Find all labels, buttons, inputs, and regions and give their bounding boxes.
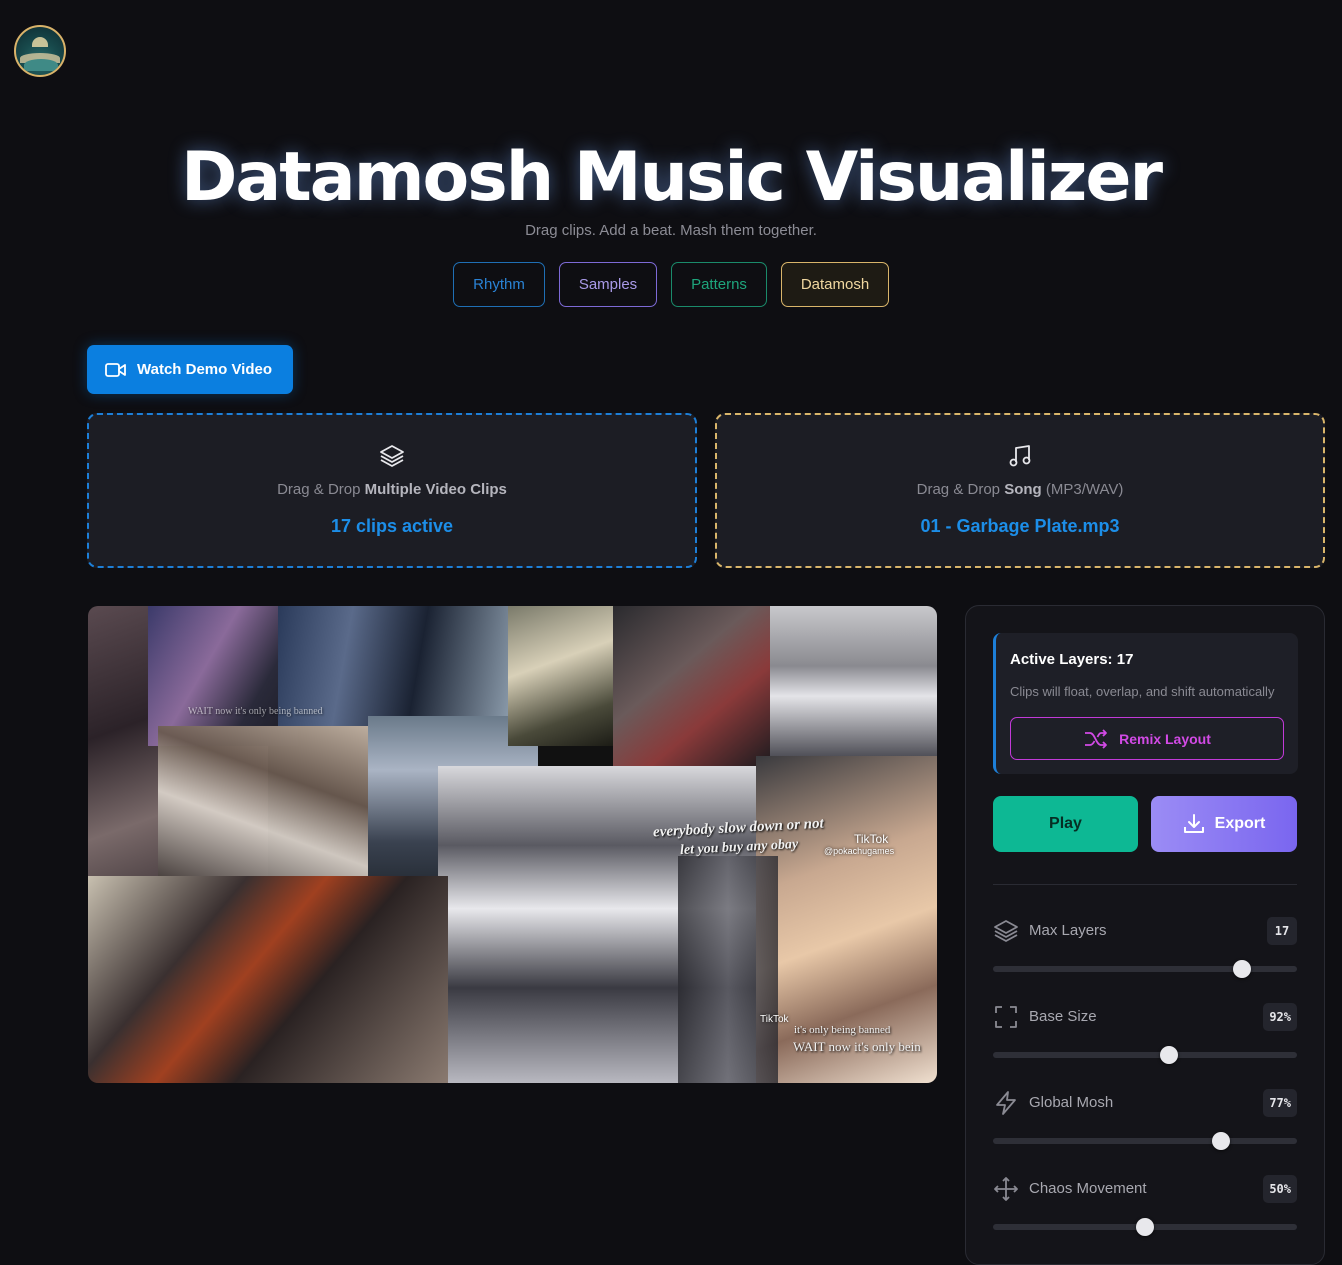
tab-rhythm[interactable]: Rhythm bbox=[453, 262, 545, 307]
slider-track[interactable] bbox=[993, 966, 1297, 972]
clip-layer bbox=[148, 606, 298, 746]
lightning-icon bbox=[996, 1091, 1016, 1115]
slider-track[interactable] bbox=[993, 1052, 1297, 1058]
tiktok-watermark: TikTok bbox=[760, 1014, 789, 1025]
video-caption: WAIT now it's only bein bbox=[793, 1039, 921, 1054]
slider-thumb[interactable] bbox=[1160, 1046, 1179, 1064]
song-filename: 01 - Garbage Plate.mp3 bbox=[920, 516, 1120, 536]
clip-layer bbox=[88, 876, 448, 1083]
max-layers-slider[interactable]: Max Layers 17 bbox=[993, 917, 1297, 978]
remix-layout-label: Remix Layout bbox=[1119, 730, 1211, 747]
app-logo[interactable] bbox=[14, 25, 66, 77]
shuffle-icon bbox=[1085, 728, 1107, 749]
music-note-icon bbox=[1009, 445, 1031, 467]
slider-thumb[interactable] bbox=[1212, 1132, 1230, 1150]
watch-demo-label: Watch Demo Video bbox=[137, 361, 273, 378]
tiktok-watermark: TikTok bbox=[854, 832, 889, 846]
active-layers-title: Active Layers: 17 bbox=[1010, 651, 1134, 668]
visualizer-canvas[interactable]: everybody slow down or not let you buy a… bbox=[88, 606, 937, 1083]
chaos-movement-value: 50% bbox=[1263, 1175, 1297, 1203]
panel-divider bbox=[993, 884, 1297, 885]
export-button[interactable]: Export bbox=[1151, 796, 1297, 852]
slider-track[interactable] bbox=[993, 1138, 1297, 1144]
layers-icon bbox=[380, 445, 404, 467]
tab-datamosh[interactable]: Datamosh bbox=[781, 262, 889, 307]
max-layers-value: 17 bbox=[1267, 917, 1297, 945]
clips-status: 17 clips active bbox=[330, 516, 454, 536]
max-layers-label: Max Layers bbox=[1029, 922, 1107, 939]
song-dropzone[interactable]: Drag & Drop Song (MP3/WAV) 01 - Garbage … bbox=[715, 413, 1325, 568]
control-panel: Active Layers: 17 Clips will float, over… bbox=[965, 605, 1325, 1265]
export-label: Export bbox=[1214, 815, 1266, 832]
video-caption: WAIT now it's only being banned bbox=[188, 706, 323, 717]
focus-frame-icon bbox=[995, 1006, 1017, 1028]
video-camera-icon bbox=[105, 362, 126, 377]
clip-layer bbox=[508, 606, 618, 746]
move-arrows-icon bbox=[994, 1177, 1018, 1201]
video-caption: it's only being banned bbox=[794, 1024, 891, 1036]
tab-patterns[interactable]: Patterns bbox=[671, 262, 767, 307]
play-button[interactable]: Play bbox=[993, 796, 1138, 852]
slider-thumb[interactable] bbox=[1233, 960, 1252, 978]
clip-layer bbox=[158, 726, 373, 886]
clip-layer bbox=[770, 606, 937, 756]
base-size-label: Base Size bbox=[1029, 1008, 1097, 1025]
base-size-slider[interactable]: Base Size 92% bbox=[993, 1003, 1297, 1064]
active-layers-description: Clips will float, overlap, and shift aut… bbox=[1010, 684, 1275, 699]
clips-drop-hint: Drag & Drop Multiple Video Clips bbox=[277, 481, 507, 498]
slider-thumb[interactable] bbox=[1136, 1218, 1154, 1236]
page-title: Datamosh Music Visualizer bbox=[180, 138, 1163, 217]
remix-layout-button[interactable]: Remix Layout bbox=[1010, 717, 1284, 760]
global-mosh-value: 77% bbox=[1263, 1089, 1297, 1117]
layers-icon bbox=[994, 920, 1018, 942]
download-icon bbox=[1183, 814, 1204, 833]
chaos-movement-label: Chaos Movement bbox=[1029, 1180, 1147, 1197]
clip-layer bbox=[678, 856, 778, 1083]
global-mosh-label: Global Mosh bbox=[1029, 1094, 1114, 1111]
mode-tabs: Rhythm Samples Patterns Datamosh bbox=[0, 262, 1342, 307]
clip-layer bbox=[613, 606, 773, 766]
active-layers-card: Active Layers: 17 Clips will float, over… bbox=[993, 633, 1298, 774]
base-size-value: 92% bbox=[1263, 1003, 1297, 1031]
chaos-movement-slider[interactable]: Chaos Movement 50% bbox=[993, 1175, 1297, 1236]
video-clips-dropzone[interactable]: Drag & Drop Multiple Video Clips 17 clip… bbox=[87, 413, 697, 568]
page-subtitle: Drag clips. Add a beat. Mash them togeth… bbox=[525, 222, 817, 239]
song-drop-hint: Drag & Drop Song (MP3/WAV) bbox=[916, 481, 1124, 498]
tiktok-handle: @pokachugames bbox=[824, 846, 895, 856]
tab-samples[interactable]: Samples bbox=[559, 262, 657, 307]
watch-demo-button[interactable]: Watch Demo Video bbox=[87, 345, 293, 394]
global-mosh-slider[interactable]: Global Mosh 77% bbox=[993, 1089, 1297, 1150]
